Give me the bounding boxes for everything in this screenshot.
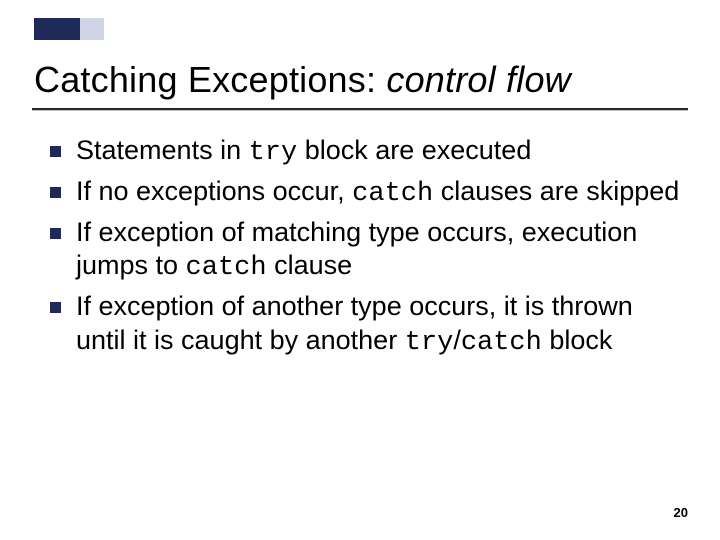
bullet-item: If exception of another type occurs, it … <box>50 290 680 361</box>
bullet-text: block are executed <box>297 135 531 165</box>
code-keyword: try <box>249 138 298 168</box>
bullet-item: If exception of matching type occurs, ex… <box>50 216 680 287</box>
slide-title: Catching Exceptions: control flow <box>34 59 686 101</box>
bullet-item: If no exceptions occur, catch clauses ar… <box>50 175 680 212</box>
bullet-text: If exception of matching type occurs, ex… <box>76 217 637 281</box>
bullet-text: If no exceptions occur, <box>76 176 352 206</box>
code-keyword: catch <box>186 253 267 283</box>
code-keyword: catch <box>461 328 542 358</box>
bullet-text: block <box>542 325 613 355</box>
bullet-text: Statements in <box>76 135 249 165</box>
body: Statements in try block are executed If … <box>50 134 680 365</box>
accent-dark <box>34 18 80 40</box>
accent-bar <box>34 18 104 40</box>
title-rule <box>32 108 688 110</box>
bullet-text: / <box>453 325 461 355</box>
bullet-item: Statements in try block are executed <box>50 134 680 171</box>
page-number: 20 <box>674 505 688 520</box>
accent-light <box>80 18 104 40</box>
code-keyword: try <box>405 328 454 358</box>
title-main: Catching Exceptions: <box>34 59 386 100</box>
slide: Catching Exceptions: control flow Statem… <box>0 0 720 540</box>
bullet-text: clause <box>267 250 353 280</box>
title-italic: control flow <box>386 59 570 100</box>
bullet-text: clauses are skipped <box>433 176 679 206</box>
code-keyword: catch <box>352 179 433 209</box>
